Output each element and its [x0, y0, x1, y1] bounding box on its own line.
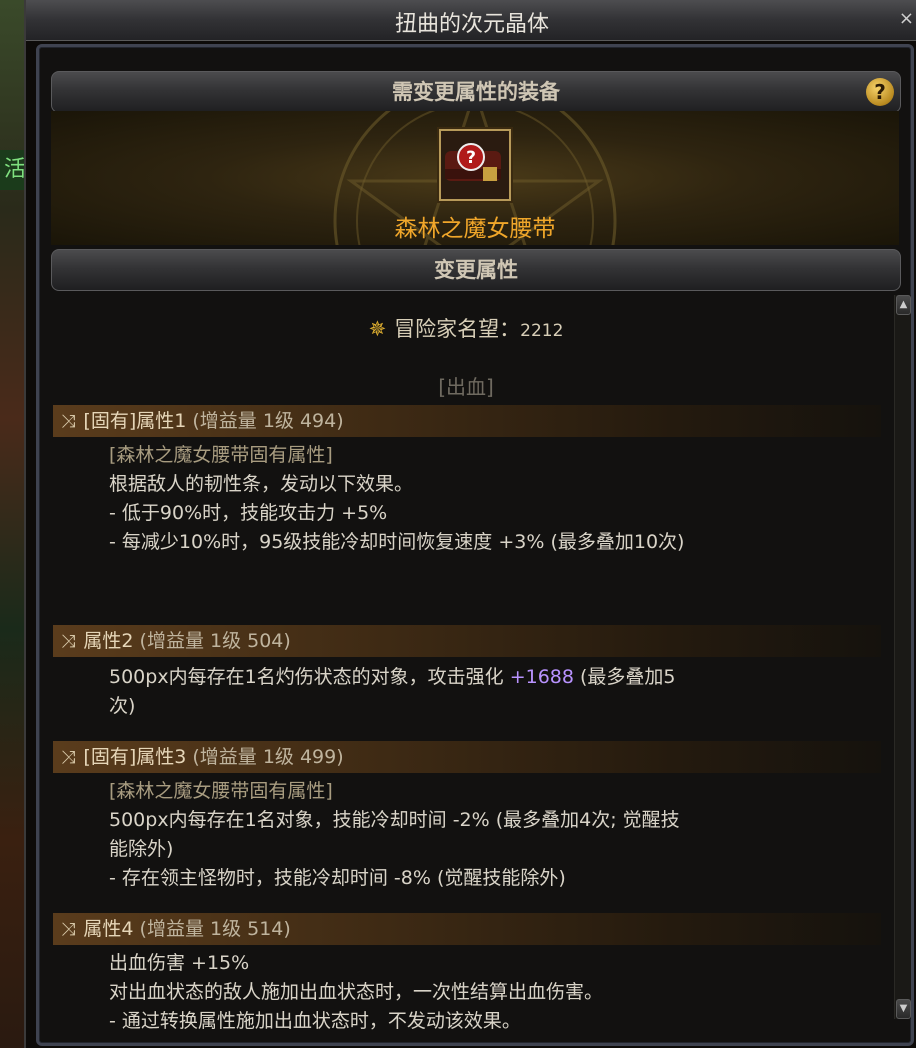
attribute-1-line-2: - 低于90%时，技能攻击力 +5%: [109, 502, 388, 524]
window-title: 扭曲的次元晶体: [394, 12, 549, 37]
attribute-1-title: [固有]属性1: [83, 410, 187, 432]
scrollbar[interactable]: ▲ ▼: [894, 295, 911, 1019]
attribute-2-line-2: 次): [109, 695, 136, 717]
change-section-header: 变更属性: [51, 249, 901, 291]
shuffle-icon: ⤨: [61, 411, 76, 432]
shuffle-icon: ⤨: [61, 747, 76, 768]
attribute-1-body: [森林之魔女腰带固有属性] 根据敌人的韧性条，发动以下效果。 - 低于90%时，…: [109, 441, 829, 557]
attribute-1-header[interactable]: ⤨ [固有]属性1 (增益量 1级 494): [53, 405, 881, 437]
equipment-item-name: 森林之魔女腰带: [394, 216, 556, 242]
attribute-2-body: 500px内每存在1名灼伤状态的对象，攻击强化 +1688 (最多叠加5 次): [109, 663, 829, 721]
attribute-2-title: 属性2: [83, 630, 134, 652]
inherent-note: [森林之魔女腰带固有属性]: [109, 444, 333, 466]
attribute-1-line-3: - 每减少10%时，95级技能冷却时间恢复速度 +3% (最多叠加10次): [109, 531, 685, 553]
fame-crest-icon: ✵: [368, 317, 387, 341]
shuffle-icon: ⤨: [61, 919, 76, 940]
attribute-3-header[interactable]: ⤨ [固有]属性3 (增益量 1级 499): [53, 741, 881, 773]
attribute-4-gain: (增益量 1级 514): [139, 918, 291, 940]
scroll-down-button[interactable]: ▼: [896, 999, 911, 1019]
shuffle-icon: ⤨: [61, 631, 76, 652]
fame-separator: ：: [499, 317, 521, 341]
main-panel: 需变更属性的装备 ? ? 森林之魔女腰带 变更属性 ▲ ▼ ✵ 冒险家名望：22…: [36, 44, 914, 1046]
attack-bonus-value: +1688: [509, 666, 574, 688]
attribute-4-body: 出血伤害 +15% 对出血状态的敌人施加出血状态时，一次性结算出血伤害。 - 通…: [109, 949, 829, 1036]
equipment-section-title: 需变更属性的装备: [392, 79, 560, 104]
change-section-title: 变更属性: [434, 257, 518, 282]
help-icon[interactable]: ?: [866, 78, 894, 106]
title-bar[interactable]: 扭曲的次元晶体 ×: [26, 0, 916, 41]
equipment-item-slot[interactable]: ?: [439, 129, 511, 201]
dialog-window: 扭曲的次元晶体 × 需变更属性的装备 ? ? 森林之魔女腰带 变更属性 ▲ ▼ …: [24, 0, 916, 1048]
attribute-4-line-1: 出血伤害 +15%: [109, 952, 250, 974]
fame-value: 2212: [520, 321, 564, 341]
attribute-1-line-1: 根据敌人的韧性条，发动以下效果。: [109, 473, 414, 495]
attributes-list: ✵ 冒险家名望：2212 [出血] ⤨ [固有]属性1 (增益量 1级 494) […: [51, 299, 881, 1032]
equipment-display: ? 森林之魔女腰带: [51, 111, 899, 245]
attribute-2-gain: (增益量 1级 504): [139, 630, 291, 652]
attribute-4-header[interactable]: ⤨ 属性4 (增益量 1级 514): [53, 913, 881, 945]
attribute-4-line-2: 对出血状态的敌人施加出血状态时，一次性结算出血伤害。: [109, 981, 604, 1003]
scroll-up-button[interactable]: ▲: [896, 295, 911, 315]
attribute-3-line-1: 500px内每存在1名对象，技能冷却时间 -2% (最多叠加4次; 觉醒技: [109, 809, 680, 831]
equipment-section-header: 需变更属性的装备 ?: [51, 71, 901, 113]
attribute-2-line-1: 500px内每存在1名灼伤状态的对象，攻击强化 +1688 (最多叠加5: [109, 663, 829, 692]
attribute-category: [出血]: [438, 375, 494, 399]
attribute-2-header[interactable]: ⤨ 属性2 (增益量 1级 504): [53, 625, 881, 657]
inherent-note: [森林之魔女腰带固有属性]: [109, 780, 333, 802]
belt-icon: ?: [445, 143, 501, 181]
attribute-4-line-3: - 通过转换属性施加出血状态时，不发动该效果。: [109, 1010, 521, 1032]
attribute-2-text: 500px内每存在1名灼伤状态的对象，攻击强化: [109, 666, 510, 688]
attribute-4-title: 属性4: [83, 918, 134, 940]
attribute-3-gain: (增益量 1级 499): [192, 746, 344, 768]
attribute-3-body: [森林之魔女腰带固有属性] 500px内每存在1名对象，技能冷却时间 -2% (…: [109, 777, 829, 893]
attribute-3-line-2: 能除外): [109, 838, 174, 860]
attribute-3-title: [固有]属性3: [83, 746, 187, 768]
attribute-3-line-3: - 存在领主怪物时，技能冷却时间 -8% (觉醒技能除外): [109, 867, 566, 889]
attribute-1-gain: (增益量 1级 494): [192, 410, 344, 432]
fame-label: 冒险家名望: [394, 317, 500, 341]
svg-text:?: ?: [466, 148, 476, 168]
close-icon[interactable]: ×: [899, 8, 914, 29]
fame-row: ✵ 冒险家名望：2212: [51, 313, 881, 343]
attribute-2-text-end: (最多叠加5: [573, 666, 676, 688]
